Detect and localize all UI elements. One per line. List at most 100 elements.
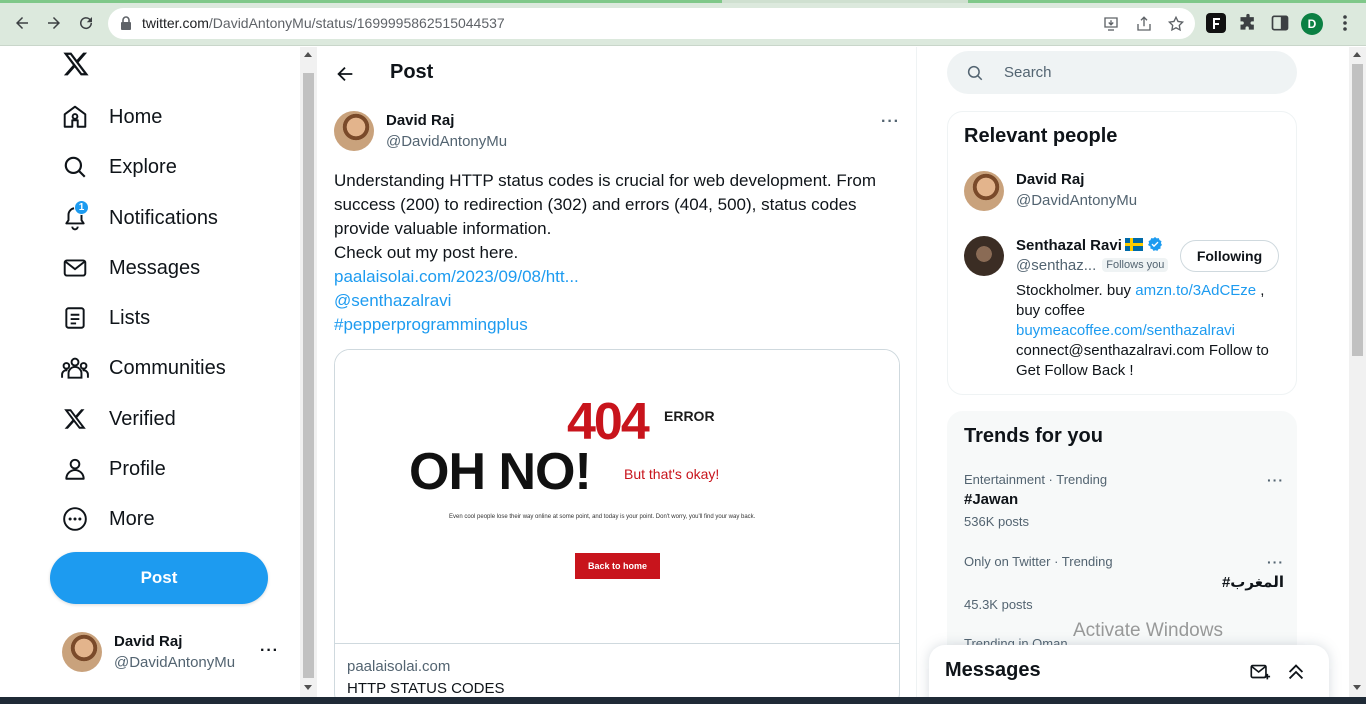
avatar[interactable] [964,171,1004,211]
x-logo-icon[interactable] [62,50,90,78]
panel-title: Trends for you [964,425,1103,447]
nav-label: Lists [109,306,151,329]
main-column: Post David Raj @DavidAntonyMu ··· Unders… [317,47,917,697]
post-button[interactable]: Post [50,552,268,604]
relevant-person[interactable]: David Raj @DavidAntonyMu [964,171,1284,215]
more-icon[interactable]: ··· [881,113,900,131]
expand-up-icon[interactable] [1285,661,1307,683]
tweet-text: Understanding HTTP status codes is cruci… [334,169,900,337]
scrollbar-thumb[interactable] [1352,64,1363,356]
avatar[interactable] [334,111,374,151]
nav-label: Communities [109,356,226,379]
bio-link[interactable]: buymeacoffee.com/senthazalravi [1016,322,1235,339]
author-name[interactable]: David Raj [386,112,454,129]
tweet-link[interactable]: paalaisolai.com/2023/09/08/htt... [334,265,900,289]
more-icon[interactable]: ··· [260,642,279,660]
person-handle[interactable]: @senthaz... Follows you [1016,257,1169,274]
nav-item-verified[interactable]: Verified [60,399,176,439]
card-domain: paalaisolai.com [347,658,451,675]
avatar[interactable] [964,236,1004,276]
account-switcher[interactable]: David Raj @DavidAntonyMu ··· [60,630,290,674]
share-icon[interactable] [1135,15,1153,33]
nav-item-notifications[interactable]: 1 Notifications [60,198,218,238]
scroll-up-arrow-icon[interactable] [1353,52,1361,57]
nav-item-more[interactable]: More [60,499,155,539]
lock-icon[interactable] [120,16,132,30]
tweet-mention[interactable]: @senthazalravi [334,289,900,313]
scroll-up-arrow-icon[interactable] [304,52,312,57]
trend-meta: Only on Twitter · Trending [964,554,1113,569]
right-scrollbar[interactable] [1349,47,1366,697]
tweet-body-line: Check out my post here. [334,243,519,262]
card-image[interactable]: 404 ERROR OH NO! But that's okay! Even c… [335,350,899,644]
person-handle[interactable]: @DavidAntonyMu [1016,192,1137,209]
person-icon [60,454,90,484]
scrollbar-thumb[interactable] [303,73,314,678]
relevant-person[interactable]: Senthazal Ravi @senthaz... Follows you Fo… [964,236,1284,386]
trend-item[interactable]: Only on Twitter · Trending #المغرب 45.3K… [964,554,1284,612]
panel-title: Relevant people [964,125,1118,147]
nav-label: Notifications [109,206,218,229]
home-icon [60,102,90,132]
side-panel-icon[interactable] [1270,13,1290,33]
card-image-error: ERROR [664,408,715,424]
nav-label: Profile [109,457,166,480]
extension-f-icon[interactable] [1206,13,1226,33]
back-arrow-icon[interactable] [334,63,356,85]
account-name: David Raj [114,633,183,650]
scroll-down-arrow-icon[interactable] [1353,685,1361,690]
nav-label: Messages [109,256,201,279]
address-bar[interactable]: twitter.com/DavidAntonyMu/status/1699995… [108,8,1195,39]
bio-link[interactable]: amzn.to/3AdCEze [1135,282,1256,299]
nav-label: Home [109,105,163,128]
more-icon[interactable]: ··· [1267,472,1284,488]
nav-item-explore[interactable]: Explore [60,147,177,187]
url-text[interactable]: twitter.com/DavidAntonyMu/status/1699995… [142,15,505,31]
browser-forward-button[interactable] [43,12,65,34]
following-button[interactable]: Following [1180,240,1279,272]
person-name[interactable]: David Raj [1016,171,1084,188]
arrow-left-icon [16,17,28,29]
left-scrollbar[interactable] [300,47,317,697]
browser-profile-avatar[interactable]: D [1301,13,1323,35]
notification-badge: 1 [74,200,89,215]
nav-item-profile[interactable]: Profile [60,449,166,489]
windows-taskbar [0,697,1366,704]
nav-item-communities[interactable]: Communities [60,348,226,388]
page-title: Post [390,61,434,83]
link-preview-card[interactable]: 404 ERROR OH NO! But that's okay! Even c… [334,349,900,697]
new-message-icon[interactable] [1249,661,1271,683]
browser-menu-icon[interactable] [1335,13,1355,33]
tweet-hashtag[interactable]: #pepperprogrammingplus [334,313,900,337]
follows-you-badge: Follows you [1102,258,1169,272]
verified-badge-icon [1148,237,1163,251]
nav-label: More [109,507,155,530]
card-title: HTTP STATUS CODES [347,680,505,697]
install-app-icon[interactable] [1102,15,1120,33]
nav-item-home[interactable]: Home [60,97,162,137]
messages-drawer[interactable]: Messages [929,645,1329,704]
browser-back-button[interactable] [11,12,33,34]
left-sidebar: Home Explore 1 Notifications Messages Li… [0,47,300,704]
search-input[interactable]: Search [947,51,1297,94]
scroll-down-arrow-icon[interactable] [304,685,312,690]
browser-reload-button[interactable] [75,12,97,34]
bookmark-star-icon[interactable] [1167,15,1185,33]
nav-item-messages[interactable]: Messages [60,248,200,288]
extensions-puzzle-icon[interactable] [1238,13,1258,33]
browser-toolbar: twitter.com/DavidAntonyMu/status/1699995… [0,0,1366,46]
search-icon [967,65,983,81]
right-sidebar: Search Relevant people David Raj @DavidA… [917,47,1349,697]
author-handle[interactable]: @DavidAntonyMu [386,133,507,150]
search-placeholder: Search [1004,64,1052,81]
relevant-people-panel: Relevant people David Raj @DavidAntonyMu… [947,111,1297,395]
nav-item-lists[interactable]: Lists [60,298,150,338]
person-name[interactable]: Senthazal Ravi [1016,236,1163,254]
more-icon[interactable]: ··· [1267,554,1284,570]
envelope-icon [60,253,90,283]
card-image-subline: But that's okay! [624,466,720,482]
messages-drawer-title: Messages [945,659,1041,681]
people-icon [60,353,90,383]
trend-item[interactable]: Entertainment · Trending #Jawan 536K pos… [964,472,1284,529]
trend-name: #المغرب [1221,574,1284,591]
